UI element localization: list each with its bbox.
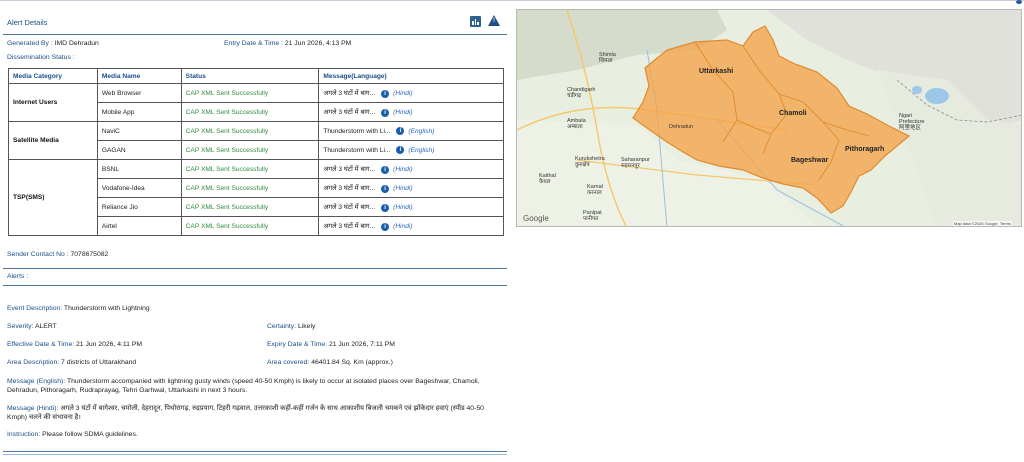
- info-icon[interactable]: i: [381, 165, 390, 174]
- message-cell: अगले 3 घंटों में बाग... i (Hindi): [318, 83, 504, 103]
- message-hindi: Message (Hindi): अगले 3 घंटों में बागेश्…: [7, 405, 484, 421]
- status-cell: CAP XML Sent Successfully: [180, 216, 320, 236]
- media-name: NaviC: [96, 121, 182, 141]
- language-link[interactable]: (Hindi): [393, 166, 412, 173]
- panel-header: Alert Details !: [3, 11, 507, 35]
- info-icon[interactable]: i: [396, 127, 405, 135]
- bar-chart-icon[interactable]: [470, 16, 481, 27]
- panel-title: Alert Details: [7, 18, 48, 27]
- media-name: GAGAN: [96, 140, 182, 160]
- info-icon[interactable]: i: [381, 222, 390, 231]
- alert-area-map[interactable]: Uttarkashi Chamoli Bageshwar Pithoragarh…: [516, 9, 1022, 227]
- area-description: Area Description: 7 districts of Uttarak…: [7, 359, 137, 366]
- category-tsp-sms: TSP(SMS): [8, 159, 98, 236]
- top-border: [0, 0, 1024, 6]
- language-link[interactable]: (Hindi): [393, 223, 412, 230]
- status-cell: CAP XML Sent Successfully: [180, 140, 320, 160]
- dissemination-status-label: Dissemination Status :: [7, 54, 75, 61]
- message-cell: अगले 3 घंटों में बाग... i (Hindi): [318, 102, 504, 122]
- table-row: Internet Users Web Browser CAP XML Sent …: [8, 83, 504, 122]
- divider: [3, 451, 507, 452]
- alerts-heading: Alerts :: [7, 273, 29, 280]
- language-link[interactable]: (English): [408, 128, 434, 135]
- status-cell: CAP XML Sent Successfully: [180, 197, 320, 217]
- language-link[interactable]: (Hindi): [393, 185, 412, 192]
- dissemination-table: Media Category Media Name Status Message…: [8, 68, 504, 236]
- media-name: Vodafone-Idea: [96, 178, 182, 198]
- message-cell: Thunderstorm with Li... i (English): [318, 140, 504, 160]
- divider: [3, 268, 507, 269]
- table-header-row: Media Category Media Name Status Message…: [8, 68, 504, 84]
- certainty: Certainty: Likely: [267, 323, 316, 330]
- status-cell: CAP XML Sent Successfully: [180, 102, 320, 122]
- message-cell: अगले 3 घंटों में बाग... i (Hindi): [318, 178, 504, 198]
- message-english: Message (English): Thunderstorm accompan…: [7, 378, 480, 394]
- status-cell: CAP XML Sent Successfully: [180, 178, 320, 198]
- divider: [3, 285, 507, 286]
- sender-contact: Sender Contact No : 7078675082: [7, 251, 109, 258]
- message-cell: अगले 3 घंटों में बाग... i (Hindi): [318, 197, 504, 217]
- map-canvas[interactable]: [517, 10, 1022, 227]
- expiry-datetime: Expiry Date & Time: 21 Jun 2026, 7:11 PM: [267, 341, 395, 348]
- info-icon[interactable]: i: [381, 89, 390, 98]
- corner-indicator: [1016, 0, 1022, 4]
- info-icon[interactable]: i: [396, 146, 405, 154]
- warning-triangle-icon[interactable]: !: [488, 15, 500, 26]
- area-covered: Area covered: 46401.84 Sq. Km (approx.): [267, 359, 393, 366]
- media-name: Airtel: [96, 216, 182, 236]
- info-icon[interactable]: i: [381, 108, 390, 117]
- alert-details-panel: Alert Details ! Generated By : IMD Dehra…: [3, 8, 507, 455]
- category-satellite-media: Satellite Media: [8, 121, 98, 160]
- status-cell: CAP XML Sent Successfully: [180, 83, 320, 103]
- message-cell: Thunderstorm with Li... i (English): [318, 121, 504, 141]
- media-name: Reliance Jio: [96, 197, 182, 217]
- severity: Severity: ALERT: [7, 323, 57, 330]
- col-media-category: Media Category: [8, 68, 98, 84]
- language-link[interactable]: (Hindi): [393, 204, 412, 211]
- media-name: Mobile App: [96, 102, 182, 122]
- col-status: Status: [180, 68, 320, 84]
- media-name: Web Browser: [96, 83, 182, 103]
- media-name: BSNL: [96, 159, 182, 179]
- effective-datetime: Effective Date & Time: 21 Jun 2026, 4:11…: [7, 341, 143, 348]
- instruction: Instruction: Please follow SDMA guidelin…: [7, 431, 138, 438]
- col-media-name: Media Name: [96, 68, 182, 84]
- info-icon[interactable]: i: [381, 184, 390, 193]
- message-cell: अगले 3 घंटों में बाग... i (Hindi): [318, 159, 504, 179]
- message-cell: अगले 3 घंटों में बाग... i (Hindi): [318, 216, 504, 236]
- language-link[interactable]: (English): [408, 147, 434, 154]
- col-message-language: Message(Language): [318, 68, 504, 84]
- event-description: Event Description: Thunderstorm with Lig…: [7, 305, 150, 312]
- table-row: TSP(SMS) BSNL CAP XML Sent Successfully …: [8, 159, 504, 236]
- divider: [3, 454, 507, 455]
- language-link[interactable]: (Hindi): [393, 90, 412, 97]
- info-icon[interactable]: i: [381, 203, 390, 212]
- status-cell: CAP XML Sent Successfully: [180, 159, 320, 179]
- language-link[interactable]: (Hindi): [393, 109, 412, 116]
- entry-datetime: Entry Date & Time : 21 Jun 2026, 4:13 PM: [224, 40, 352, 47]
- table-row: Satellite Media NaviC CAP XML Sent Succe…: [8, 121, 504, 160]
- generated-by: Generated By : IMD Dehradun: [7, 40, 99, 47]
- status-cell: CAP XML Sent Successfully: [180, 121, 320, 141]
- category-internet-users: Internet Users: [8, 83, 98, 122]
